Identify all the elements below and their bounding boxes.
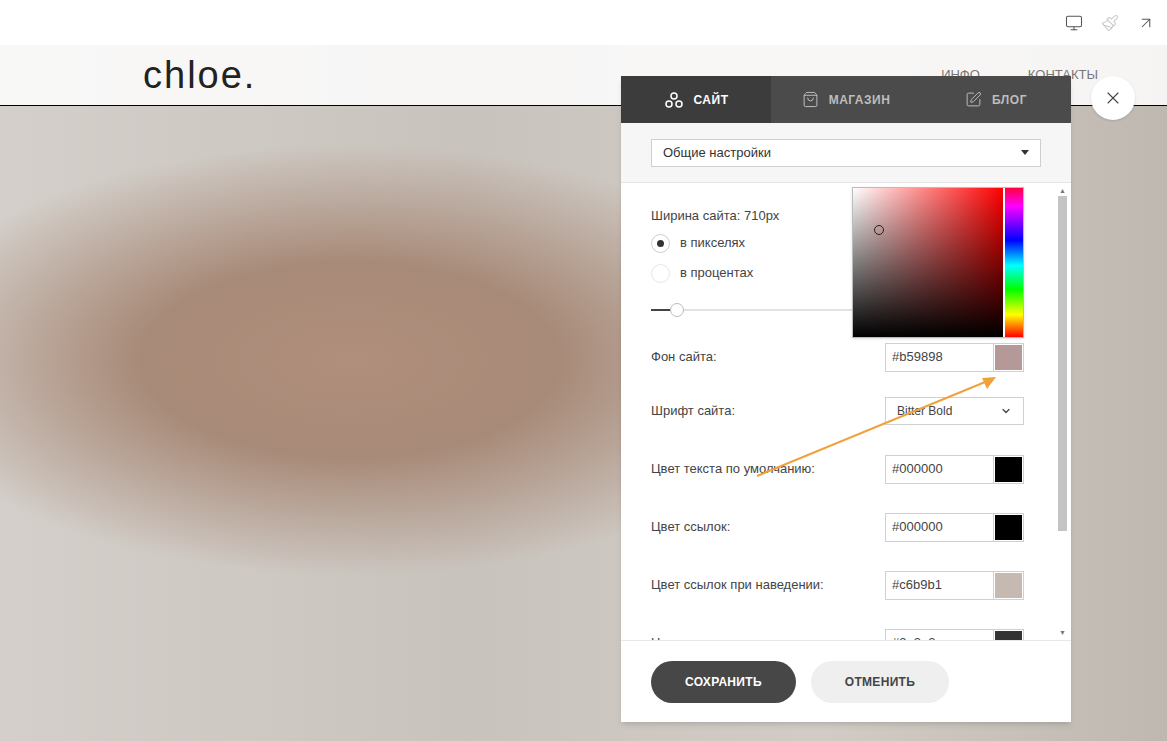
setting-row: Цвет ссылок:#000000	[651, 498, 1057, 556]
setting-row: Ц#3a3a3a	[651, 614, 1057, 640]
bag-icon	[802, 91, 819, 108]
close-icon	[1103, 88, 1123, 108]
site-logo[interactable]: chloe.	[143, 56, 256, 94]
color-swatch[interactable]	[994, 513, 1024, 542]
setting-label: Шрифт сайта:	[651, 402, 885, 420]
design-icon[interactable]	[1101, 14, 1119, 32]
color-swatch[interactable]	[994, 629, 1024, 641]
color-field: #c6b9b1	[885, 571, 1024, 600]
app: chloe.ИНФОКОНТАКТЫСАЙТМАГАЗИНБЛОГОбщие н…	[0, 0, 1167, 741]
panel-tab[interactable]: МАГАЗИН	[771, 76, 921, 123]
color-field: #b59898	[885, 343, 1024, 372]
save-button[interactable]: СОХРАНИТЬ	[651, 661, 796, 703]
font-select[interactable]: Bitter Bold	[885, 397, 1024, 425]
color-input[interactable]: #3a3a3a	[885, 629, 994, 641]
slider-knob[interactable]	[670, 303, 684, 317]
color-input[interactable]: #000000	[885, 513, 994, 542]
saturation-square[interactable]	[853, 188, 1003, 337]
setting-row: Цвет текста по умолчанию:#000000	[651, 440, 1057, 498]
picker-cursor[interactable]	[874, 225, 884, 235]
setting-row: Фон сайта:#b59898	[651, 332, 1057, 382]
setting-label: Фон сайта:	[651, 348, 885, 366]
color-swatch[interactable]	[994, 455, 1024, 484]
color-field: #3a3a3a	[885, 629, 1024, 641]
caret-icon	[1000, 405, 1012, 417]
caret-icon	[1021, 150, 1029, 155]
cancel-button[interactable]: ОТМЕНИТЬ	[811, 661, 949, 703]
setting-label: Цвет текста по умолчанию:	[651, 460, 885, 478]
color-swatch[interactable]	[994, 571, 1024, 600]
panel-tabs: САЙТМАГАЗИНБЛОГ	[621, 76, 1071, 123]
panel-tab[interactable]: САЙТ	[621, 76, 771, 123]
setting-label: Цвет ссылок при наведении:	[651, 576, 885, 594]
settings-panel: САЙТМАГАЗИНБЛОГОбщие настройкиШирина сай…	[621, 76, 1071, 722]
color-field: #000000	[885, 455, 1024, 484]
site-preview: chloe.ИНФОКОНТАКТЫСАЙТМАГАЗИНБЛОГОбщие н…	[0, 45, 1167, 741]
color-field: #000000	[885, 513, 1024, 542]
site-icon	[664, 92, 684, 108]
color-swatch[interactable]	[994, 343, 1024, 372]
color-input[interactable]: #000000	[885, 455, 994, 484]
setting-row: Шрифт сайта:Bitter Bold	[651, 382, 1057, 440]
panel-tab[interactable]: БЛОГ	[921, 76, 1071, 123]
annotation-arrow-icon	[0, 0, 1167, 741]
color-picker[interactable]	[852, 187, 1024, 338]
setting-row: Цвет ссылок при наведении:#c6b9b1	[651, 556, 1057, 614]
color-input[interactable]: #b59898	[885, 343, 994, 372]
top-toolbar	[0, 0, 1167, 45]
setting-label: Цвет ссылок:	[651, 518, 885, 536]
section-select-bar: Общие настройки	[621, 123, 1071, 183]
open-icon[interactable]	[1137, 14, 1155, 32]
color-input[interactable]: #c6b9b1	[885, 571, 994, 600]
hue-bar[interactable]	[1005, 188, 1023, 337]
panel-footer: СОХРАНИТЬ ОТМЕНИТЬ	[621, 640, 1071, 722]
edit-icon	[965, 91, 982, 108]
preview-icon[interactable]	[1065, 14, 1083, 32]
scrollbar[interactable]: ▲▼	[1057, 183, 1068, 640]
section-select[interactable]: Общие настройки	[651, 139, 1041, 167]
close-button[interactable]	[1091, 76, 1135, 120]
